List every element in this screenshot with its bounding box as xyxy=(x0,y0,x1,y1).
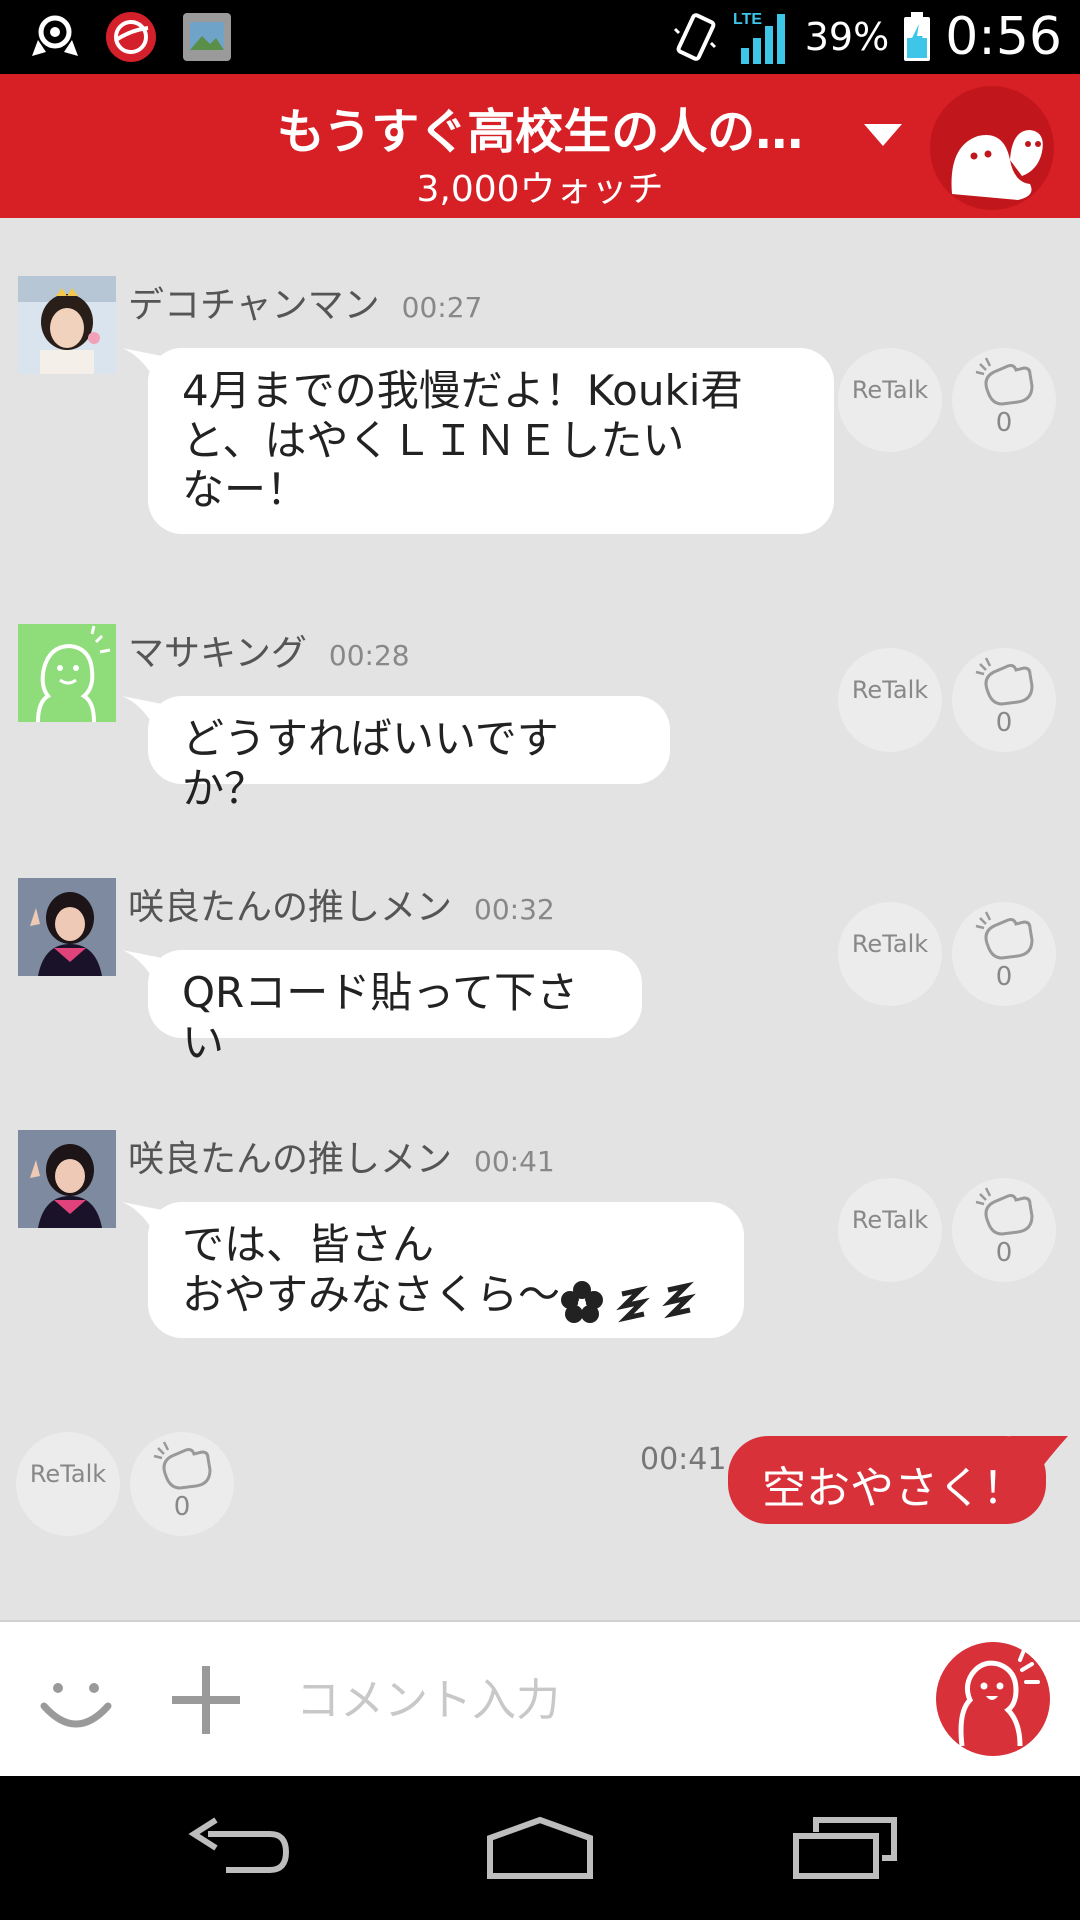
clap-count: 0 xyxy=(995,408,1013,438)
message-bubble[interactable]: どうすればいいですか？ xyxy=(148,696,670,813)
clap-button[interactable]: 0 xyxy=(952,348,1056,452)
comment-input[interactable] xyxy=(296,1658,896,1742)
message-time: 00:41 xyxy=(640,1442,727,1477)
clap-count: 0 xyxy=(995,962,1013,992)
clap-button[interactable]: 0 xyxy=(130,1432,234,1536)
clap-icon xyxy=(153,1441,212,1490)
watch-button[interactable] xyxy=(930,86,1054,210)
sender-name: デコチャンマン 00:27 xyxy=(128,285,483,326)
sender-name: 咲良たんの推しメン 00:41 xyxy=(128,1139,555,1180)
message-time: 00:41 xyxy=(474,1145,555,1178)
message-bubble[interactable]: QRコード貼って下さい xyxy=(148,950,642,1067)
avatar[interactable] xyxy=(18,878,116,976)
svg-text:LTE: LTE xyxy=(733,11,762,28)
emoji-icon[interactable] xyxy=(36,1662,116,1742)
retalk-button[interactable]: ReTalk xyxy=(16,1432,120,1536)
message-time: 00:32 xyxy=(474,893,555,926)
avatar[interactable] xyxy=(18,276,116,374)
clap-icon xyxy=(975,1187,1034,1236)
clap-button[interactable]: 0 xyxy=(952,902,1056,1006)
back-icon[interactable] xyxy=(186,1816,290,1880)
plus-icon[interactable] xyxy=(168,1662,244,1738)
message-time: 00:27 xyxy=(401,291,483,324)
send-button[interactable] xyxy=(936,1642,1050,1756)
clock: 0:56 xyxy=(945,7,1062,67)
chat-timeline[interactable]: デコチャンマン 00:27 4月までの我慢だよ！Kouki君 と、はやくＬＩＮＥし… xyxy=(0,218,1080,1620)
avatar[interactable] xyxy=(18,1130,116,1228)
mascot-send-icon xyxy=(958,1648,1040,1747)
security-app-icon xyxy=(106,12,156,62)
watch-count: 3,000ウォッチ xyxy=(416,169,664,210)
retalk-button[interactable]: ReTalk xyxy=(838,902,942,1006)
retalk-button[interactable]: ReTalk xyxy=(838,1178,942,1282)
retalk-button[interactable]: ReTalk xyxy=(838,348,942,452)
recent-apps-icon[interactable] xyxy=(790,1816,898,1880)
system-nav-bar xyxy=(0,1776,1080,1920)
sender-name: 咲良たんの推しメン 00:32 xyxy=(128,887,555,928)
clap-count: 0 xyxy=(173,1492,191,1522)
avatar[interactable] xyxy=(18,624,116,722)
battery-percent: 39% xyxy=(804,15,890,59)
sakura-zzz-emoji-icon xyxy=(561,1281,696,1323)
message-time: 00:28 xyxy=(328,639,410,672)
notification-icon xyxy=(32,15,78,56)
battery-charging-icon xyxy=(904,12,931,61)
message-bubble[interactable]: 4月までの我慢だよ！Kouki君 と、はやくＬＩＮＥしたい なー！ xyxy=(148,348,834,534)
ghost-mascot-icon xyxy=(951,130,1043,200)
page-title[interactable]: もうすぐ高校生の人の… xyxy=(200,92,880,162)
home-icon[interactable] xyxy=(484,1816,596,1880)
clap-icon xyxy=(975,357,1034,406)
retalk-button[interactable]: ReTalk xyxy=(838,648,942,752)
app-header: もうすぐ高校生の人の… 3,000ウォッチ xyxy=(0,74,1080,218)
clap-count: 0 xyxy=(995,708,1013,738)
sender-name: マサキング 00:28 xyxy=(128,633,410,674)
vibrate-icon xyxy=(673,13,716,61)
chevron-down-icon[interactable] xyxy=(862,122,904,148)
signal-icon: LTE xyxy=(733,11,785,64)
gallery-icon xyxy=(183,13,231,61)
clap-button[interactable]: 0 xyxy=(952,1178,1056,1282)
status-bar: LTE 39% 0:56 xyxy=(0,0,1080,74)
clap-icon xyxy=(975,657,1034,706)
comment-input-bar xyxy=(0,1620,1080,1776)
clap-count: 0 xyxy=(995,1238,1013,1268)
own-message-bubble[interactable]: 空おやさく！ xyxy=(728,1436,1046,1524)
clap-icon xyxy=(975,911,1034,960)
clap-button[interactable]: 0 xyxy=(952,648,1056,752)
